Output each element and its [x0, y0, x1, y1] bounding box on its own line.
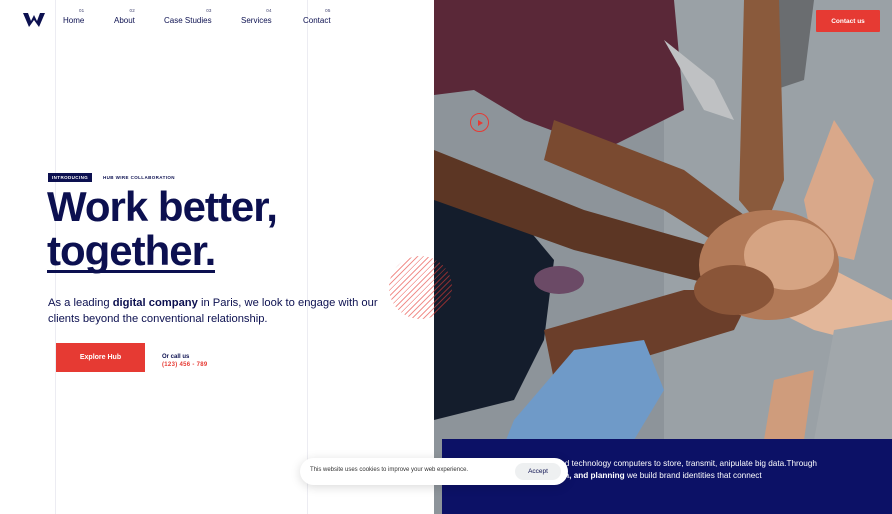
info-text-post: we build brand identities that connect [624, 470, 762, 480]
nav-label: Home [63, 16, 85, 25]
nav-item-case-studies[interactable]: 03 Case Studies [164, 8, 212, 25]
nav-number: 03 [206, 8, 212, 13]
hero-lead-text: As a leading digital company in Paris, w… [48, 296, 378, 327]
nav-number: 04 [266, 8, 272, 13]
accept-cookies-button[interactable]: Accept [515, 463, 561, 480]
hero-image [434, 0, 892, 514]
nav-item-contact[interactable]: 05 Contact [303, 8, 331, 25]
explore-hub-button[interactable]: Explore Hub [56, 343, 145, 372]
hatched-circle-decoration [389, 256, 452, 319]
hero-title: Work better, together. [47, 183, 278, 274]
hero-title-line2: together. [47, 227, 216, 274]
nav-number: 05 [325, 8, 331, 13]
nav-number: 01 [78, 8, 85, 13]
nav-item-about[interactable]: 02 About [114, 8, 135, 25]
nav-number: 02 [129, 8, 135, 13]
contact-us-button[interactable]: Contact us [816, 10, 880, 32]
intro-tagline: HUB WIRE COLLABORATION [103, 175, 175, 180]
phone-link[interactable]: (123) 456 - 789 [162, 362, 208, 368]
nav-item-home[interactable]: 01 Home [63, 8, 84, 25]
nav-label: Services [241, 16, 272, 25]
hero-title-line1: Work better, [47, 183, 278, 230]
play-icon[interactable] [470, 113, 489, 132]
nav-item-services[interactable]: 04 Services [241, 8, 272, 25]
lead-bold: digital company [112, 297, 198, 309]
nav-label: Case Studies [164, 16, 212, 25]
intro-badge: INTRODUCING [48, 173, 93, 182]
w-logo-icon[interactable] [23, 13, 45, 27]
nav-label: Contact [303, 16, 331, 25]
team-hands-photo [434, 0, 892, 514]
cookie-text: This website uses cookies to improve you… [310, 467, 469, 473]
lead-pre: As a leading [48, 297, 113, 309]
nav-label: About [114, 16, 135, 25]
cookie-banner: This website uses cookies to improve you… [300, 458, 568, 485]
call-label: Or call us [162, 354, 190, 360]
guide-line [307, 0, 308, 514]
